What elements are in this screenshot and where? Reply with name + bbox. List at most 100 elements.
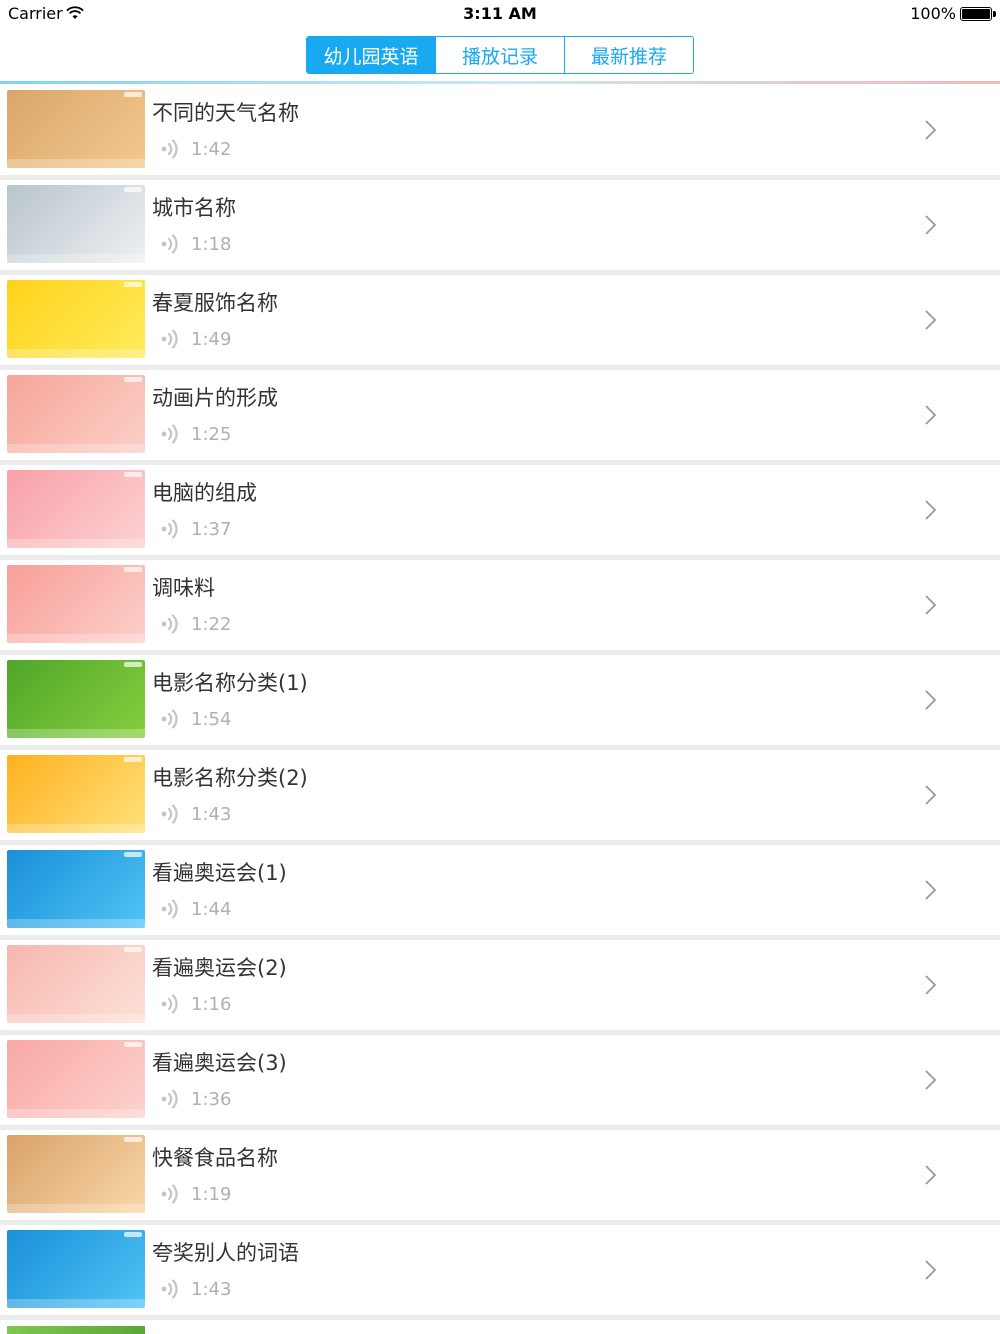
lesson-thumbnail	[7, 565, 145, 643]
chevron-right-icon	[925, 785, 937, 805]
lesson-title: 快餐食品名称	[152, 1146, 278, 1170]
list-item-partial[interactable]	[0, 1325, 1000, 1334]
lesson-thumbnail	[7, 375, 145, 453]
caption-strip	[7, 254, 145, 263]
audio-icon	[161, 804, 178, 824]
audio-icon	[161, 994, 178, 1014]
lesson-title: 夸奖别人的词语	[152, 1241, 299, 1265]
lesson-title: 电影名称分类(1)	[152, 671, 308, 695]
lesson-title: 看遍奥运会(1)	[152, 861, 287, 885]
lesson-title: 看遍奥运会(2)	[152, 956, 287, 980]
status-bar: Carrier 3:11 AM 100%	[0, 0, 1000, 30]
segmented-tabs: 幼儿园英语 播放记录 最新推荐	[306, 36, 694, 74]
list-item[interactable]: 春夏服饰名称 1:49	[0, 275, 1000, 370]
caption-strip	[7, 159, 145, 168]
watermark-logo	[124, 947, 142, 952]
lesson-title: 不同的天气名称	[152, 101, 299, 125]
list-item[interactable]: 不同的天气名称 1:42	[0, 85, 1000, 180]
audio-icon	[161, 329, 178, 349]
audio-icon	[161, 899, 178, 919]
chevron-right-icon	[925, 500, 937, 520]
list-item[interactable]: 快餐食品名称 1:19	[0, 1130, 1000, 1225]
caption-strip	[7, 444, 145, 453]
lesson-duration: 1:42	[191, 139, 232, 160]
watermark-logo	[124, 472, 142, 477]
audio-icon	[161, 139, 178, 159]
lesson-thumbnail	[7, 755, 145, 833]
lesson-list: 不同的天气名称 1:42 城市名称 1:18 春夏服饰名称 1:49 动画片的形成 1:25 电…	[0, 85, 1000, 1320]
lesson-title: 春夏服饰名称	[152, 291, 278, 315]
tab-kindergarten-english[interactable]: 幼儿园英语	[307, 37, 435, 73]
lesson-title: 调味料	[152, 576, 215, 600]
watermark-logo	[124, 187, 142, 192]
list-item[interactable]: 城市名称 1:18	[0, 180, 1000, 275]
list-item[interactable]: 看遍奥运会(1) 1:44	[0, 845, 1000, 940]
audio-icon	[161, 709, 178, 729]
watermark-logo	[124, 1137, 142, 1142]
chevron-right-icon	[925, 310, 937, 330]
lesson-duration: 1:37	[191, 519, 232, 540]
tab-latest-recommend[interactable]: 最新推荐	[564, 37, 693, 73]
lesson-duration: 1:36	[191, 1089, 232, 1110]
lesson-duration: 1:43	[191, 804, 232, 825]
lesson-duration: 1:18	[191, 234, 232, 255]
lesson-thumbnail	[7, 850, 145, 928]
list-item[interactable]: 调味料 1:22	[0, 560, 1000, 655]
header-divider	[0, 81, 1000, 84]
battery-icon	[960, 7, 996, 21]
audio-icon	[161, 234, 178, 254]
lesson-thumbnail	[7, 1135, 145, 1213]
list-item[interactable]: 电影名称分类(2) 1:43	[0, 750, 1000, 845]
caption-strip	[7, 1014, 145, 1023]
lesson-title: 看遍奥运会(3)	[152, 1051, 287, 1075]
watermark-logo	[124, 92, 142, 97]
watermark-logo	[124, 852, 142, 857]
lesson-title: 电脑的组成	[152, 481, 257, 505]
lesson-thumbnail	[7, 90, 145, 168]
watermark-logo	[124, 662, 142, 667]
lesson-title: 城市名称	[152, 196, 236, 220]
caption-strip	[7, 1109, 145, 1118]
list-item[interactable]: 看遍奥运会(2) 1:16	[0, 940, 1000, 1035]
clock: 3:11 AM	[463, 4, 537, 23]
lesson-duration: 1:19	[191, 1184, 232, 1205]
lesson-thumbnail	[7, 1040, 145, 1118]
list-item[interactable]: 电脑的组成 1:37	[0, 465, 1000, 560]
audio-icon	[161, 1279, 178, 1299]
audio-icon	[161, 519, 178, 539]
watermark-logo	[124, 1042, 142, 1047]
lesson-duration: 1:16	[191, 994, 232, 1015]
lesson-duration: 1:44	[191, 899, 232, 920]
lesson-title: 电影名称分类(2)	[152, 766, 308, 790]
chevron-right-icon	[925, 975, 937, 995]
lesson-thumbnail	[7, 1230, 145, 1308]
caption-strip	[7, 729, 145, 738]
watermark-logo	[124, 1232, 142, 1237]
caption-strip	[7, 919, 145, 928]
lesson-thumbnail	[7, 1326, 145, 1334]
list-item[interactable]: 动画片的形成 1:25	[0, 370, 1000, 465]
chevron-right-icon	[925, 120, 937, 140]
chevron-right-icon	[925, 1070, 937, 1090]
caption-strip	[7, 824, 145, 833]
watermark-logo	[124, 567, 142, 572]
caption-strip	[7, 1204, 145, 1213]
lesson-thumbnail	[7, 945, 145, 1023]
lesson-thumbnail	[7, 280, 145, 358]
lesson-duration: 1:22	[191, 614, 232, 635]
chevron-right-icon	[925, 690, 937, 710]
list-item[interactable]: 看遍奥运会(3) 1:36	[0, 1035, 1000, 1130]
audio-icon	[161, 424, 178, 444]
lesson-thumbnail	[7, 660, 145, 738]
battery-percent: 100%	[910, 4, 956, 23]
watermark-logo	[124, 377, 142, 382]
list-item[interactable]: 电影名称分类(1) 1:54	[0, 655, 1000, 750]
chevron-right-icon	[925, 215, 937, 235]
caption-strip	[7, 1299, 145, 1308]
lesson-thumbnail	[7, 185, 145, 263]
tab-play-history[interactable]: 播放记录	[435, 37, 564, 73]
list-item[interactable]: 夸奖别人的词语 1:43	[0, 1225, 1000, 1320]
lesson-duration: 1:54	[191, 709, 232, 730]
chevron-right-icon	[925, 880, 937, 900]
chevron-right-icon	[925, 595, 937, 615]
